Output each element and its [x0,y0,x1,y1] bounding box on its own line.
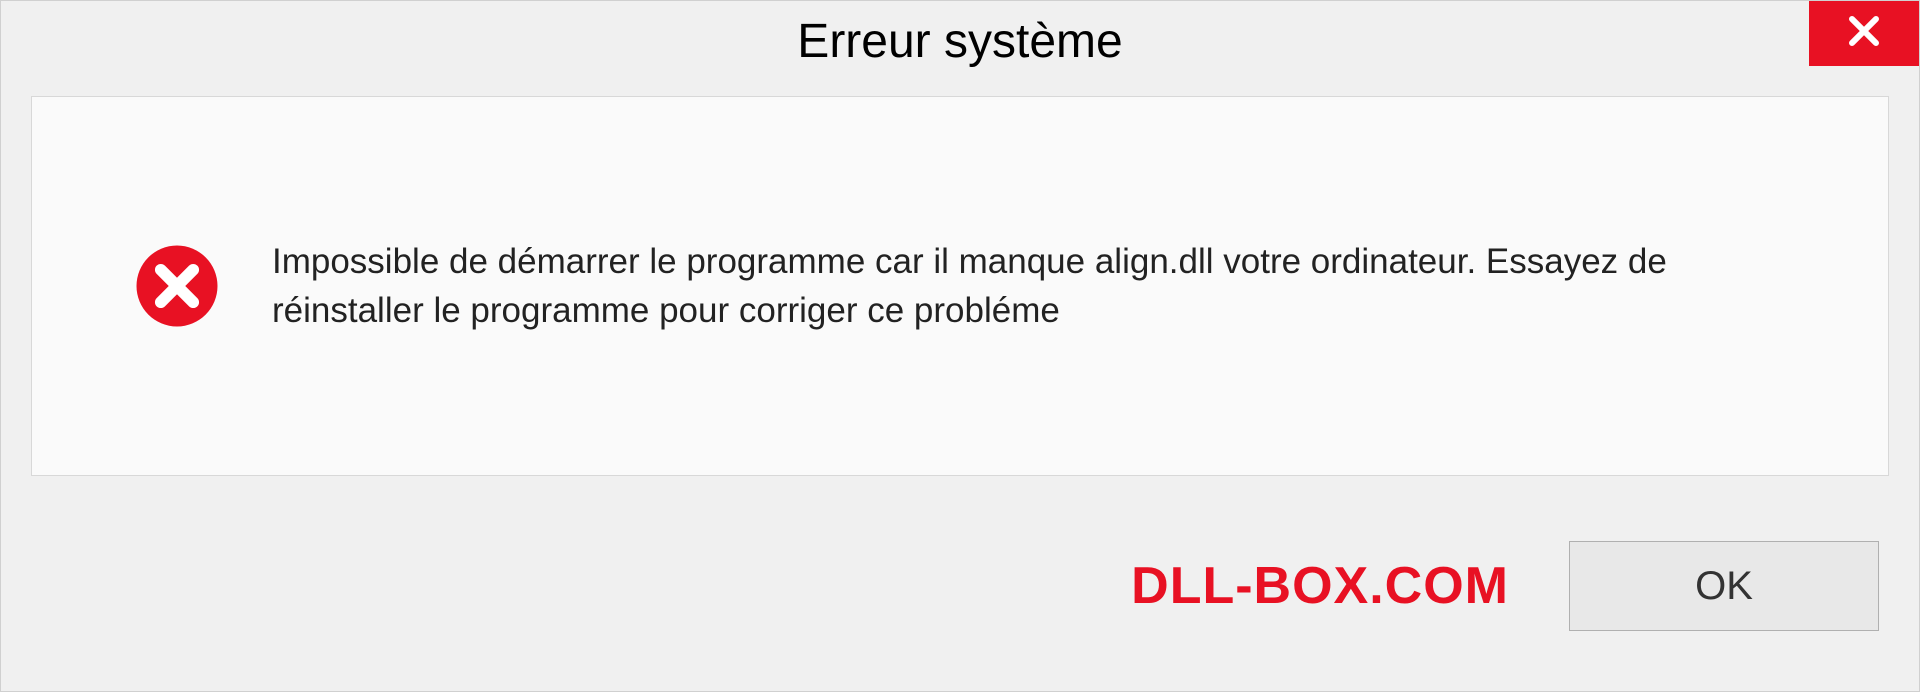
error-dialog: Erreur système Impossible de démarrer le… [0,0,1920,692]
error-icon [132,241,222,331]
close-icon [1846,13,1882,54]
watermark-text: DLL-BOX.COM [1131,556,1509,616]
ok-button[interactable]: OK [1569,541,1879,631]
close-button[interactable] [1809,1,1919,66]
dialog-title: Erreur système [797,14,1122,69]
error-message: Impossible de démarrer le programme car … [272,237,1788,335]
footer: DLL-BOX.COM OK [1,511,1919,691]
titlebar: Erreur système [1,1,1919,81]
content-area: Impossible de démarrer le programme car … [31,96,1889,476]
